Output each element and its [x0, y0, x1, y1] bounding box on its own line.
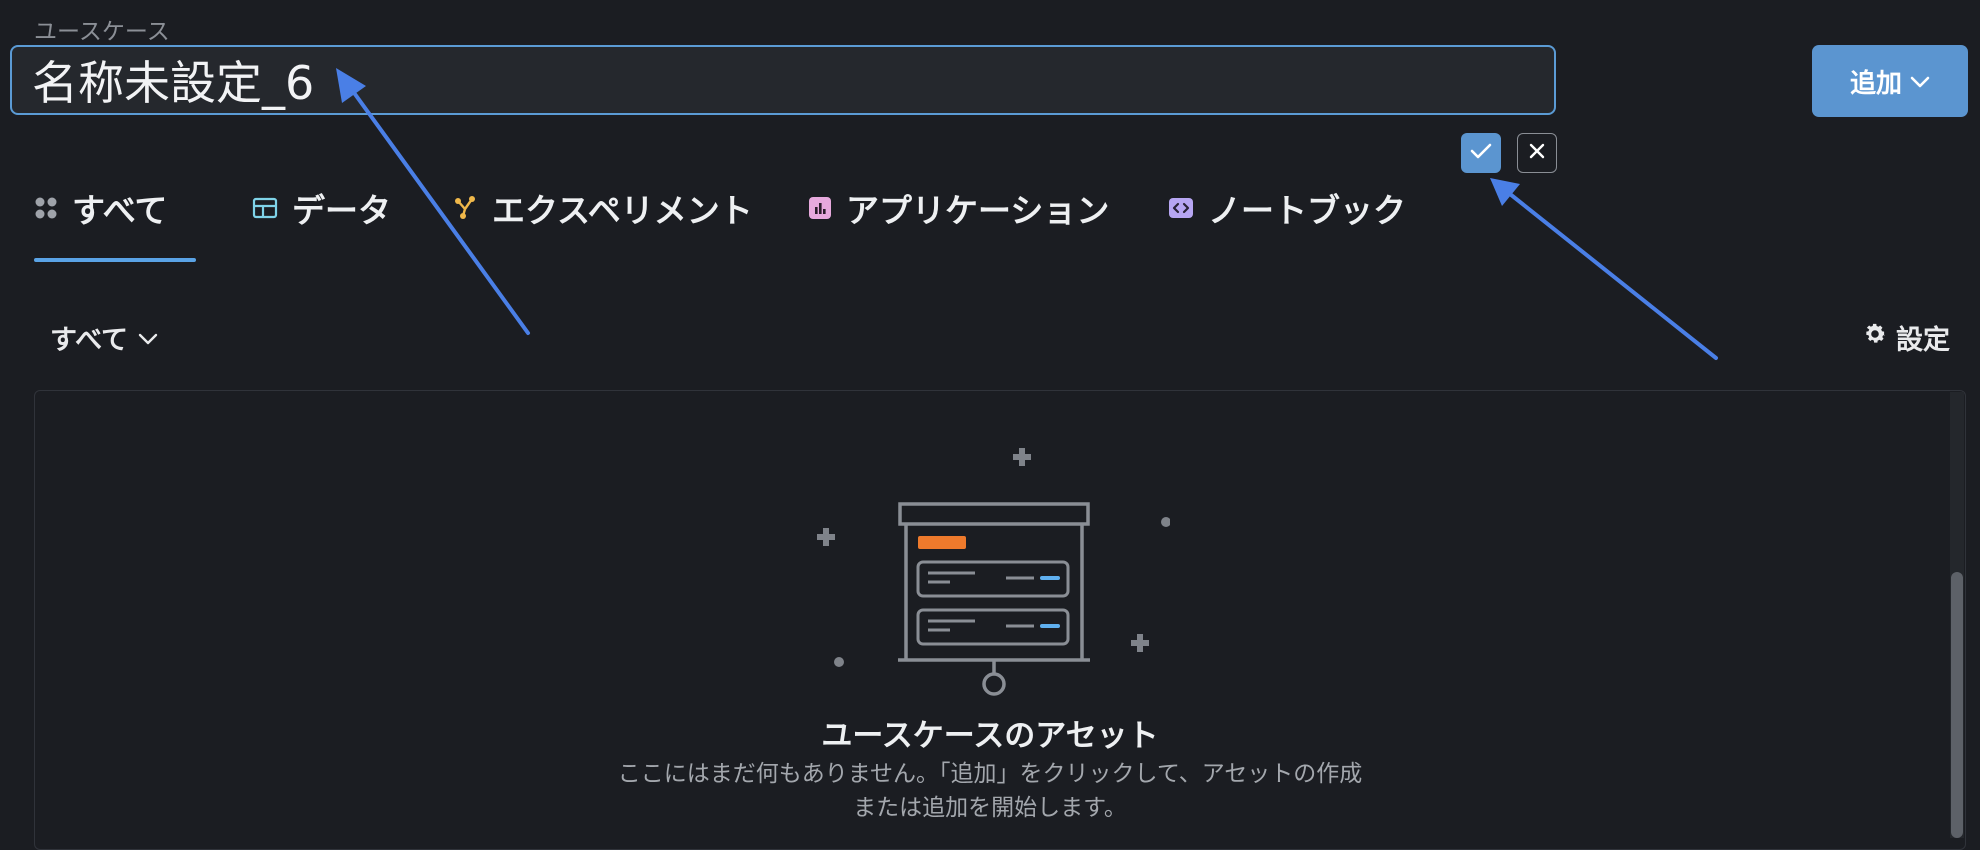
tab-label: すべて: [72, 191, 168, 230]
active-tab-indicator: [34, 258, 196, 262]
scrollbar-thumb[interactable]: [1951, 572, 1963, 838]
empty-assets-illustration: [817, 448, 1170, 696]
field-label: ユースケース: [34, 19, 170, 45]
annotation-arrow: [1508, 192, 1718, 360]
filter-label: すべて: [50, 325, 129, 356]
annotation-arrowhead: [1490, 178, 1520, 206]
tab-data[interactable]: データ: [252, 178, 391, 238]
chevron-down-icon: [1910, 66, 1930, 96]
add-button-label: 追加: [1849, 68, 1902, 99]
settings-button[interactable]: 設定: [1862, 318, 1950, 357]
empty-state-title: ユースケースのアセット: [821, 718, 1159, 754]
confirm-button[interactable]: [1461, 133, 1501, 173]
tab-application[interactable]: アプリケーション: [808, 178, 1109, 238]
chart-icon: [808, 189, 832, 228]
tab-all[interactable]: すべて: [34, 178, 167, 238]
tab-notebook[interactable]: ノートブック: [1168, 178, 1406, 238]
experiment-icon: [452, 189, 478, 228]
code-icon: [1168, 189, 1194, 228]
chevron-down-icon: [138, 322, 158, 353]
gear-icon: [1862, 321, 1888, 354]
add-button[interactable]: 追加: [1812, 45, 1968, 117]
grid-dots-icon: [34, 189, 58, 228]
tab-label: アプリケーション: [846, 191, 1110, 230]
check-icon: [1470, 142, 1492, 164]
close-icon: [1528, 142, 1546, 164]
tab-label: ノートブック: [1208, 191, 1406, 230]
tab-label: エクスペリメント: [492, 191, 753, 230]
cancel-button[interactable]: [1517, 133, 1557, 173]
empty-state-desc-line: ここにはまだ何もありません。「追加」をクリックして、アセットの作成: [617, 761, 1363, 787]
use-case-name-field[interactable]: [10, 45, 1556, 115]
use-case-name-input[interactable]: [32, 47, 1532, 113]
tab-label: データ: [292, 191, 391, 230]
table-icon: [252, 189, 278, 228]
tab-experiment[interactable]: エクスペリメント: [452, 178, 753, 238]
filter-dropdown[interactable]: すべて: [50, 318, 158, 357]
empty-state-description: ここにはまだ何もありません。「追加」をクリックして、アセットの作成 または追加を…: [560, 757, 1420, 825]
empty-state-desc-line: または追加を開始します。: [853, 795, 1127, 821]
settings-label: 設定: [1896, 325, 1950, 356]
